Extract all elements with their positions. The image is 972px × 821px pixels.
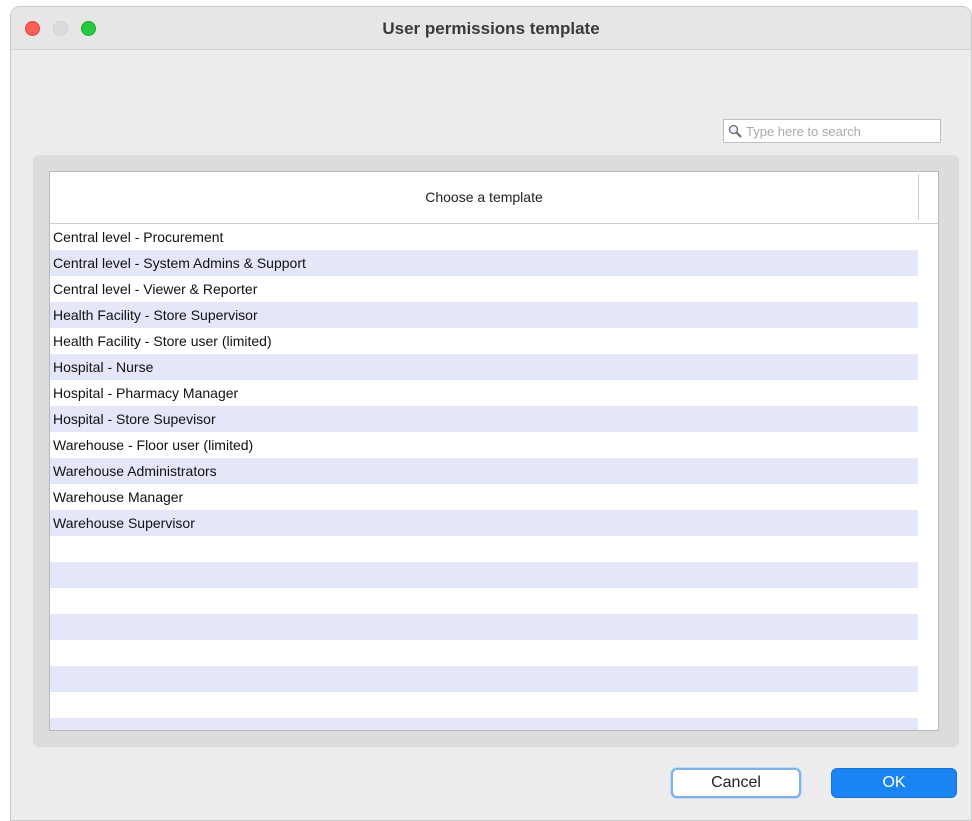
template-panel: Choose a template Central level - Procur…	[33, 155, 959, 747]
empty-table-row	[50, 614, 918, 640]
table-row[interactable]: Warehouse - Floor user (limited)	[50, 432, 918, 458]
dialog-window: User permissions template Choose a templ…	[10, 6, 972, 821]
table-row[interactable]: Health Facility - Store Supervisor	[50, 302, 918, 328]
table-row[interactable]: Warehouse Supervisor	[50, 510, 918, 536]
template-table[interactable]: Choose a template Central level - Procur…	[49, 171, 939, 731]
search-input[interactable]	[746, 122, 936, 140]
table-row[interactable]: Warehouse Administrators	[50, 458, 918, 484]
cancel-button[interactable]: Cancel	[671, 768, 801, 798]
column-divider	[918, 174, 919, 220]
table-row[interactable]: Hospital - Store Supevisor	[50, 406, 918, 432]
empty-table-row	[50, 640, 918, 666]
empty-table-row	[50, 588, 918, 614]
table-row[interactable]: Central level - Viewer & Reporter	[50, 276, 918, 302]
ok-button[interactable]: OK	[831, 768, 957, 798]
window-title: User permissions template	[382, 19, 600, 38]
table-row[interactable]: Central level - Procurement	[50, 224, 918, 250]
title-bar: User permissions template	[11, 7, 971, 50]
column-header-choose-template[interactable]: Choose a template	[50, 189, 918, 205]
magnifier-icon	[728, 124, 742, 138]
empty-table-row	[50, 666, 918, 692]
empty-table-row	[50, 536, 918, 562]
search-box[interactable]	[723, 119, 941, 143]
empty-table-row	[50, 692, 918, 718]
table-row[interactable]: Hospital - Pharmacy Manager	[50, 380, 918, 406]
empty-table-row	[50, 562, 918, 588]
empty-table-row	[50, 718, 918, 730]
table-row[interactable]: Warehouse Manager	[50, 484, 918, 510]
table-row[interactable]: Central level - System Admins & Support	[50, 250, 918, 276]
table-row[interactable]: Hospital - Nurse	[50, 354, 918, 380]
table-rows: Central level - Procurement Central level…	[50, 224, 918, 730]
table-row[interactable]: Health Facility - Store user (limited)	[50, 328, 918, 354]
table-header: Choose a template	[50, 172, 938, 224]
